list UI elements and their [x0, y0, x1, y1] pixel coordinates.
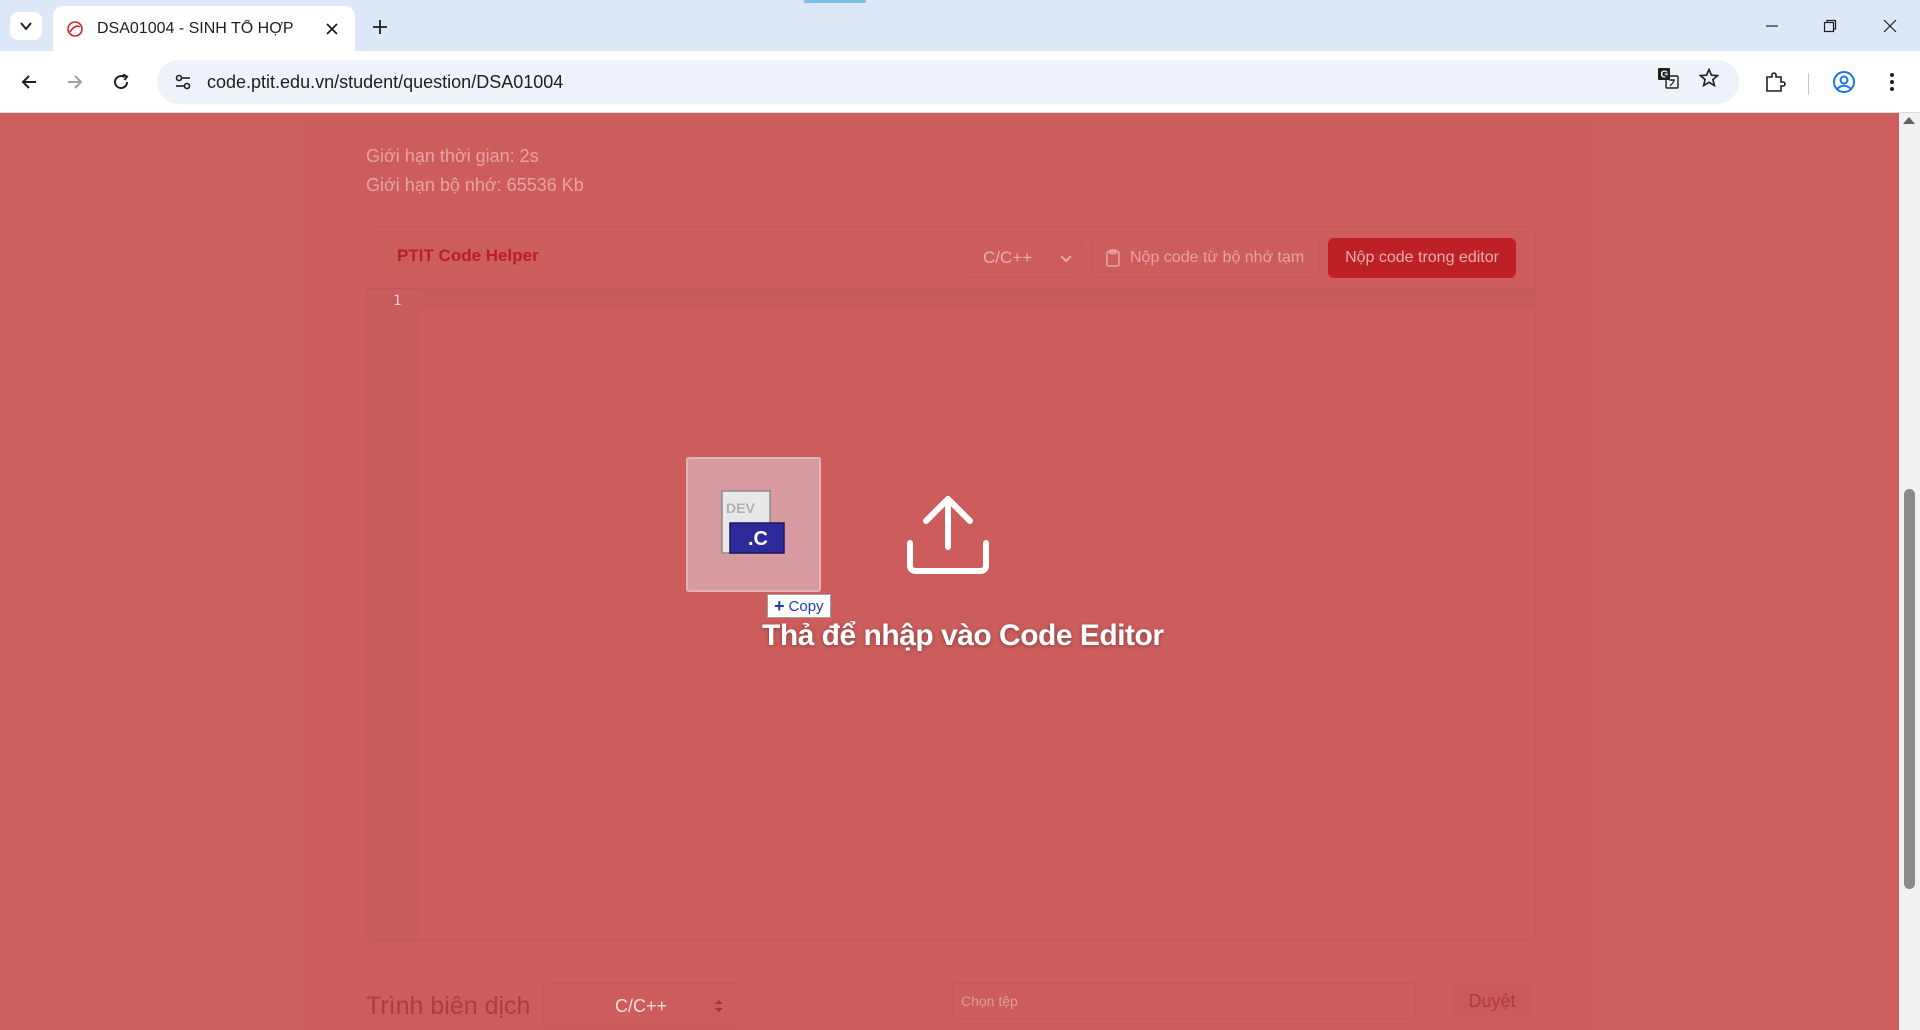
restore-icon: [1823, 19, 1837, 33]
time-limit: Giới hạn thời gian: 2s: [366, 146, 539, 166]
editor-language-value: C/C++: [983, 248, 1033, 267]
tune-icon: [175, 74, 191, 90]
tab-search-button[interactable]: [10, 12, 42, 40]
submit-editor-code-button[interactable]: Nộp code trong editor: [1328, 238, 1516, 278]
dragged-file-preview: DEV .C: [686, 457, 821, 592]
minimize-icon: [1766, 25, 1778, 27]
code-helper-panel: PTIT Code Helper C/C++ Nộp code từ bộ nh…: [366, 226, 1536, 941]
more-vertical-icon: [1890, 73, 1894, 91]
site-info-button[interactable]: [163, 60, 203, 104]
compiler-value: C/C++: [614, 995, 668, 1016]
editor-language-select[interactable]: C/C++: [962, 238, 1082, 278]
address-url: code.ptit.edu.vn/student/question/DSA010…: [207, 71, 564, 92]
memory-limit: Giới hạn bộ nhớ: 65536 Kb: [366, 175, 584, 195]
submit-from-clipboard-label: Nộp code từ bộ nhớ tạm: [1130, 249, 1305, 266]
scroll-up-arrow-icon[interactable]: [1903, 117, 1915, 124]
forward-button[interactable]: [57, 64, 93, 100]
c-source-file-icon: DEV .C: [721, 490, 785, 554]
plus-icon: +: [774, 595, 785, 616]
new-tab-button[interactable]: [365, 12, 395, 42]
close-icon: [1883, 19, 1897, 33]
minimize-button[interactable]: [1750, 8, 1794, 44]
reload-icon: [114, 73, 129, 90]
toolbar-separator: [1808, 73, 1809, 95]
extensions-button[interactable]: [1757, 64, 1793, 100]
account-circle-icon: [1833, 71, 1855, 93]
restore-button[interactable]: [1808, 8, 1852, 44]
copy-drop-tooltip: + Copy: [767, 594, 831, 618]
ptit-favicon-icon: [65, 19, 85, 39]
browser-tabbar: DSA01004 - SINH TỔ HỢP: [0, 0, 1920, 51]
compiler-label: Trình biên dịch: [366, 992, 531, 1020]
svg-text:G: G: [1661, 70, 1669, 81]
page-content: Giới hạn thời gian: 2s Giới hạn bộ nhớ: …: [0, 113, 1899, 1030]
plus-icon: [373, 20, 387, 34]
browser-menu-button[interactable]: [1874, 64, 1910, 100]
sort-arrows-icon: [715, 1000, 723, 1012]
compiler-select[interactable]: C/C++: [543, 983, 739, 1029]
chevron-down-icon: [20, 22, 32, 31]
arrow-left-icon: [21, 75, 36, 89]
file-brand: DEV: [726, 500, 755, 516]
code-helper-title: PTIT Code Helper: [397, 246, 539, 265]
puzzle-icon: [1766, 72, 1786, 92]
translate-button[interactable]: G: [1650, 60, 1686, 96]
reload-button[interactable]: [103, 64, 139, 100]
line-number: 1: [393, 293, 402, 309]
tab-close-button[interactable]: [321, 18, 343, 40]
editor-active-line[interactable]: [419, 289, 1535, 309]
browser-toolbar: code.ptit.edu.vn/student/question/DSA010…: [0, 51, 1920, 113]
drop-message: Thả để nhập vào Code Editor: [762, 619, 1164, 652]
address-bar[interactable]: code.ptit.edu.vn/student/question/DSA010…: [157, 60, 1739, 104]
editor-gutter: [367, 289, 419, 940]
tab-loading-indicator: [804, 0, 866, 3]
translate-icon: G: [1658, 68, 1679, 89]
chevron-down-icon: [1060, 255, 1072, 263]
bookmark-button[interactable]: [1691, 60, 1727, 96]
scrollbar-thumb[interactable]: [1904, 489, 1915, 889]
submit-from-clipboard-button[interactable]: Nộp code từ bộ nhớ tạm: [1091, 238, 1320, 278]
clipboard-icon: [1106, 249, 1120, 267]
star-icon: [1699, 68, 1719, 88]
file-chooser-input[interactable]: Chọn tệp: [952, 983, 1416, 1019]
page-scrollbar[interactable]: [1899, 113, 1920, 1030]
browser-tab[interactable]: DSA01004 - SINH TỔ HỢP: [53, 6, 355, 51]
tab-title: DSA01004 - SINH TỔ HỢP: [97, 19, 294, 37]
file-chooser-placeholder: Chọn tệp: [961, 993, 1018, 1009]
code-helper-header: PTIT Code Helper C/C++ Nộp code từ bộ nh…: [367, 227, 1535, 289]
copy-tooltip-label: Copy: [788, 597, 824, 615]
close-icon: [326, 22, 338, 35]
browse-button[interactable]: Duyệt: [1451, 983, 1533, 1019]
upload-icon: [907, 496, 989, 574]
arrow-right-icon: [68, 75, 83, 89]
close-window-button[interactable]: [1868, 8, 1912, 44]
profile-button[interactable]: [1826, 64, 1862, 100]
back-button[interactable]: [11, 64, 47, 100]
file-extension: .C: [748, 528, 768, 550]
